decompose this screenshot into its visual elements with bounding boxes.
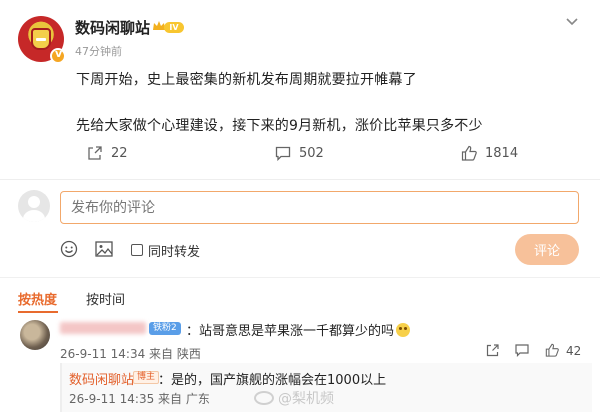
level-badge: IV (152, 19, 186, 35)
fan-badge: 铁粉2 (149, 322, 181, 335)
repost-checkbox[interactable] (131, 244, 143, 256)
share-count: 22 (111, 145, 128, 161)
comment-count: 502 (299, 145, 324, 161)
comment-icon (275, 146, 291, 161)
weibo-post: 数码闲聊站 IV 47分钟前 下周开始，史上最密集的新机发布周期就要拉开帷幕了 … (0, 0, 600, 180)
active-tab-indicator (18, 311, 58, 313)
emoji-icon[interactable] (60, 240, 78, 258)
avatar-body (23, 210, 45, 222)
avatar-head (28, 196, 40, 208)
post-time: 47分钟前 (75, 45, 122, 58)
comment-button[interactable]: 502 (275, 144, 324, 162)
reply-author-name[interactable]: 数码闲聊站 (69, 369, 134, 388)
divider (0, 277, 600, 278)
chevron-down-icon[interactable] (565, 17, 579, 27)
watermark: @梨机频 (254, 388, 334, 408)
share-button[interactable]: 22 (87, 144, 128, 162)
author-badge: 博主 (133, 371, 160, 384)
weibo-logo-icon (254, 391, 274, 405)
commenter-avatar[interactable] (20, 320, 50, 350)
verified-icon (50, 47, 66, 64)
share-icon (88, 145, 102, 160)
reply-meta: 26-9-11 14:35 来自 广东 (69, 392, 210, 406)
comment-like-count: 42 (566, 344, 582, 358)
comment-text-content: ：站哥意思是苹果涨一千都算少的吗 (186, 324, 395, 339)
like-button[interactable]: 1814 (461, 144, 518, 162)
reply-text: ：是的，国产旗舰的涨幅会在1000以上 (158, 373, 387, 388)
tab-sort-by-hot[interactable]: 按热度 (18, 289, 57, 308)
repost-label: 同时转发 (148, 245, 201, 260)
comment-meta: 26-9-11 14:34 来自 陕西 (60, 347, 201, 361)
commenter-name-blurred[interactable] (60, 322, 146, 334)
like-count: 1814 (485, 145, 519, 161)
reply-icon[interactable] (515, 344, 529, 357)
watermark-text: @梨机频 (278, 391, 334, 407)
avatar-eye (40, 38, 46, 41)
share-icon[interactable] (486, 344, 500, 357)
my-avatar (18, 190, 50, 222)
comment-text: ：站哥意思是苹果涨一千都算少的吗 (186, 320, 411, 339)
emoji-icon (396, 323, 411, 337)
tab-sort-by-time[interactable]: 按时间 (86, 289, 125, 308)
comment-input[interactable] (60, 191, 579, 224)
thumbs-up-icon[interactable] (545, 343, 559, 357)
submit-comment-button[interactable]: 评论 (515, 234, 579, 265)
post-author-name[interactable]: 数码闲聊站 (75, 17, 150, 38)
image-icon[interactable] (95, 241, 113, 257)
author-avatar[interactable] (18, 16, 66, 64)
post-text-line1: 下周开始，史上最密集的新机发布周期就要拉开帷幕了 (76, 72, 417, 88)
thumbs-up-icon (461, 145, 477, 161)
post-text-line2: 先给大家做个心理建设，接下来的9月新机，涨价比苹果只多不少 (76, 118, 483, 134)
ironman-face (31, 28, 51, 50)
level-label: IV (164, 22, 184, 33)
